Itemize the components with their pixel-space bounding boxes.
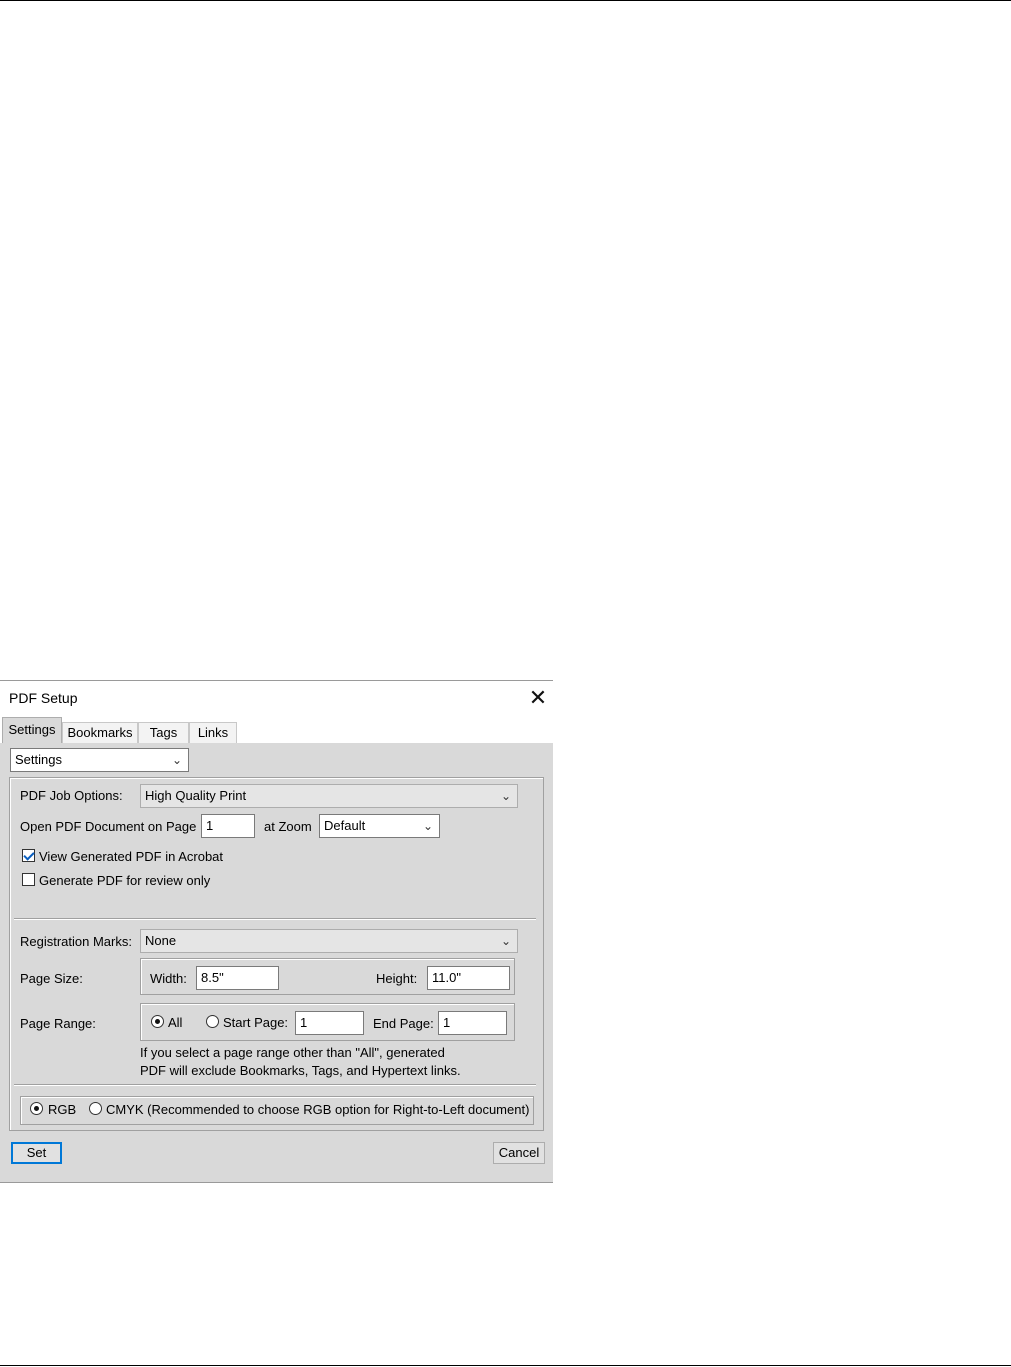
review-only-label: Generate PDF for review only (39, 873, 211, 888)
zoom-select[interactable]: Default ⌄ (319, 814, 440, 838)
dialog-titlebar: PDF Setup ✕ (0, 681, 553, 717)
open-page-label: Open PDF Document on Page (20, 819, 197, 834)
height-input[interactable]: 11.0" (427, 966, 510, 990)
tab-tags[interactable]: Tags (138, 722, 189, 743)
settings-select[interactable]: Settings ⌄ (10, 748, 189, 772)
cmyk-label: CMYK (Recommended to choose RGB option f… (106, 1102, 530, 1117)
rgb-label: RGB (48, 1102, 77, 1117)
open-page-input[interactable]: 1 (201, 814, 255, 838)
job-options-select[interactable]: High Quality Print ⌄ (140, 784, 518, 808)
tab-strip: Settings Bookmarks Tags Links (0, 717, 553, 743)
chevron-down-icon: ⌄ (500, 934, 511, 948)
chevron-down-icon: ⌄ (500, 789, 511, 803)
zoom-value: Default (324, 818, 366, 833)
page-bottom-rule (0, 1365, 1011, 1366)
registration-marks-select[interactable]: None ⌄ (140, 929, 518, 953)
section-divider (14, 918, 536, 920)
zoom-label: at Zoom (264, 819, 312, 834)
page-range-note-line1: If you select a page range other than "A… (140, 1045, 445, 1060)
width-label: Width: (150, 971, 187, 986)
end-page-input[interactable]: 1 (438, 1011, 507, 1035)
tab-links[interactable]: Links (189, 722, 237, 743)
view-in-acrobat-label: View Generated PDF in Acrobat (39, 849, 224, 864)
registration-marks-label: Registration Marks: (20, 934, 132, 949)
close-icon[interactable]: ✕ (526, 686, 550, 710)
page-size-label: Page Size: (20, 971, 83, 986)
tab-settings[interactable]: Settings (2, 717, 62, 743)
page-range-all-radio[interactable] (151, 1015, 164, 1028)
cancel-button[interactable]: Cancel (493, 1142, 545, 1164)
section-divider (14, 1084, 536, 1086)
settings-select-value: Settings (15, 752, 62, 767)
end-page-label: End Page: (373, 1016, 434, 1031)
tab-bookmarks[interactable]: Bookmarks (62, 722, 138, 743)
registration-marks-value: None (145, 933, 177, 948)
review-only-checkbox[interactable] (22, 873, 35, 886)
width-input[interactable]: 8.5" (196, 966, 279, 990)
chevron-down-icon: ⌄ (422, 819, 433, 833)
start-page-input[interactable]: 1 (295, 1011, 364, 1035)
page-range-all-label: All (168, 1015, 183, 1030)
cmyk-radio[interactable] (89, 1102, 102, 1115)
rgb-radio[interactable] (30, 1102, 43, 1115)
pdf-setup-dialog: PDF Setup ✕ Settings Bookmarks Tags Link… (0, 680, 553, 1183)
page-range-label: Page Range: (20, 1016, 96, 1031)
page-top-rule (0, 0, 1011, 1)
chevron-down-icon: ⌄ (171, 753, 182, 767)
set-button[interactable]: Set (11, 1142, 62, 1164)
height-label: Height: (376, 971, 418, 986)
page-range-note-line2: PDF will exclude Bookmarks, Tags, and Hy… (140, 1063, 461, 1078)
dialog-title: PDF Setup (9, 690, 78, 706)
page-range-start-radio[interactable] (206, 1015, 219, 1028)
view-in-acrobat-checkbox[interactable] (22, 849, 35, 862)
job-options-value: High Quality Print (145, 788, 247, 803)
start-page-label: Start Page: (223, 1015, 289, 1030)
job-options-label: PDF Job Options: (20, 788, 123, 803)
